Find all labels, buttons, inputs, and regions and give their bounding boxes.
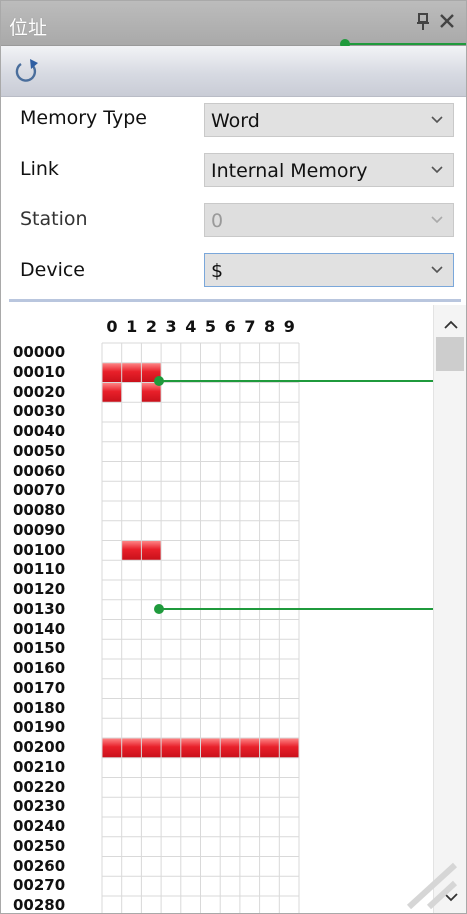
used-memory-cell[interactable] — [121, 738, 142, 758]
memory-type-select[interactable]: Word — [204, 103, 454, 137]
row-address-label: 00250 — [13, 836, 66, 855]
row-address-label: 00040 — [13, 422, 66, 440]
row-address-label: 00180 — [13, 698, 66, 717]
scroll-thumb[interactable] — [436, 337, 464, 371]
used-memory-cell[interactable] — [161, 738, 181, 758]
row-address-label: 00120 — [13, 580, 66, 598]
row-address-label: 00060 — [13, 461, 66, 480]
chevron-down-icon — [429, 111, 445, 127]
station-value: 0 — [211, 210, 224, 232]
device-label: Device — [20, 259, 85, 281]
link-value: Internal Memory — [211, 160, 368, 182]
column-header: 9 — [283, 317, 295, 336]
device-monitor-panel: 位址 Memory Type Word Link Internal Memory… — [0, 0, 467, 914]
row-address-label: 00270 — [13, 876, 66, 895]
row-address-label: 00070 — [13, 481, 66, 500]
panel-title-bar[interactable]: 位址 — [1, 1, 466, 46]
row-address-label: 00190 — [13, 718, 66, 737]
used-memory-cell[interactable] — [180, 738, 201, 758]
device-select[interactable]: $ — [204, 253, 454, 287]
used-memory-cell[interactable] — [279, 738, 299, 758]
chevron-down-icon — [429, 261, 445, 277]
row-address-label: 00130 — [13, 599, 66, 618]
row-address-label: 00240 — [13, 817, 66, 835]
device-value: $ — [211, 260, 224, 282]
row-address-label: 00170 — [13, 678, 66, 697]
row-address-label: 00050 — [13, 441, 66, 460]
row-address-label: 00090 — [13, 520, 66, 539]
column-header: 7 — [244, 317, 256, 336]
callout-line-used — [159, 380, 466, 382]
used-memory-cell[interactable] — [259, 738, 280, 758]
used-memory-cell[interactable] — [102, 382, 122, 403]
row-address-label: 00220 — [13, 777, 66, 796]
scroll-up-icon[interactable] — [442, 317, 460, 331]
column-header: 2 — [145, 317, 157, 336]
callout-line-title — [345, 43, 466, 45]
refresh-icon[interactable] — [11, 56, 41, 86]
row-address-label: 00230 — [13, 797, 66, 816]
close-icon[interactable] — [437, 11, 457, 33]
link-label: Link — [20, 158, 59, 180]
resize-grip-icon[interactable] — [399, 859, 459, 910]
toolbar — [1, 46, 466, 97]
section-divider — [9, 299, 461, 302]
chevron-down-icon — [429, 211, 445, 227]
column-header: 3 — [165, 317, 177, 336]
used-memory-cell[interactable] — [239, 738, 260, 758]
row-address-label: 00160 — [13, 659, 66, 677]
used-memory-cell[interactable] — [121, 540, 142, 561]
used-memory-cell[interactable] — [141, 540, 162, 561]
row-address-label: 00200 — [13, 738, 66, 756]
used-memory-cell[interactable] — [141, 738, 162, 758]
used-memory-cell[interactable] — [102, 362, 122, 383]
column-header: 5 — [204, 317, 217, 336]
row-address-label: 00110 — [13, 560, 66, 579]
row-address-label: 00030 — [13, 402, 66, 421]
used-memory-cell[interactable] — [102, 738, 122, 758]
callout-line-unused — [159, 608, 466, 610]
memory-type-label: Memory Type — [20, 107, 147, 129]
row-address-label: 00280 — [13, 896, 66, 914]
column-header: 1 — [126, 317, 138, 336]
station-select: 0 — [204, 203, 454, 237]
pin-icon[interactable] — [415, 13, 431, 33]
memory-type-value: Word — [211, 110, 260, 132]
row-address-label: 00080 — [13, 501, 66, 519]
panel-title: 位址 — [9, 17, 48, 39]
column-header: 4 — [185, 317, 197, 336]
row-address-label: 00100 — [13, 540, 66, 559]
row-address-label: 00020 — [13, 382, 66, 401]
row-address-label: 00150 — [13, 639, 66, 658]
row-address-label: 00010 — [13, 362, 66, 381]
used-memory-cell[interactable] — [121, 362, 142, 383]
used-memory-cell[interactable] — [200, 738, 221, 758]
row-address-label: 00000 — [13, 343, 66, 361]
used-memory-cell[interactable] — [220, 738, 240, 758]
row-address-label: 00260 — [13, 856, 66, 875]
chevron-down-icon — [429, 161, 445, 177]
column-header: 8 — [264, 317, 276, 336]
row-address-label: 00210 — [13, 757, 66, 776]
column-header: 0 — [106, 317, 118, 336]
vertical-scrollbar[interactable] — [433, 305, 466, 913]
station-label: Station — [20, 208, 88, 230]
link-select[interactable]: Internal Memory — [204, 153, 454, 187]
column-header: 6 — [224, 317, 236, 336]
row-address-label: 00140 — [13, 619, 66, 638]
